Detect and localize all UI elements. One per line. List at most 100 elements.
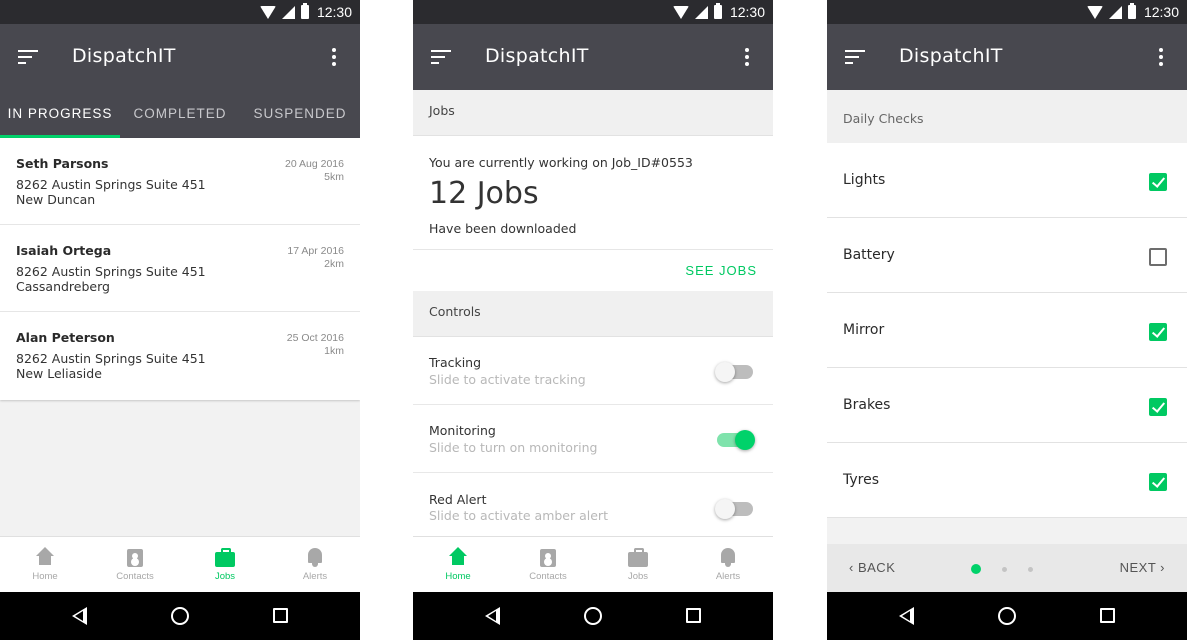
next-label: NEXT xyxy=(1119,560,1157,575)
checkbox-battery[interactable] xyxy=(1149,248,1167,266)
app-title: DispatchIT xyxy=(485,45,589,67)
control-row-monitoring: Monitoring Slide to turn on monitoring xyxy=(413,405,773,473)
check-label: Battery xyxy=(843,247,895,263)
recents-icon[interactable] xyxy=(686,608,701,623)
app-title: DispatchIT xyxy=(899,45,1003,67)
control-title: Red Alert xyxy=(429,492,487,507)
back-icon[interactable] xyxy=(485,607,500,625)
tab-suspended[interactable]: SUSPENDED xyxy=(240,90,360,138)
job-meta: 20 Aug 2016 5km xyxy=(285,158,344,184)
control-title: Monitoring xyxy=(429,423,496,438)
nav-alerts[interactable]: Alerts xyxy=(683,537,773,592)
job-date: 25 Oct 2016 xyxy=(286,332,344,344)
signal-icon xyxy=(1108,5,1122,19)
section-title: Daily Checks xyxy=(843,111,924,126)
nav-alerts[interactable]: Alerts xyxy=(270,537,360,592)
app-bar: DispatchIT xyxy=(413,24,773,90)
red-alert-toggle[interactable] xyxy=(715,499,753,519)
stepper-bar: ‹ BACK NEXT › xyxy=(827,544,1187,592)
screen-job-list: 12:30 DispatchIT IN PROGRESS COMPLETED S… xyxy=(0,0,360,640)
back-icon[interactable] xyxy=(899,607,914,625)
more-vert-icon[interactable] xyxy=(1159,48,1163,66)
job-list: Seth Parsons 8262 Austin Springs Suite 4… xyxy=(0,138,360,400)
home-icon xyxy=(448,547,468,567)
job-list-item[interactable]: Isaiah Ortega 8262 Austin Springs Suite … xyxy=(0,225,360,312)
status-time: 12:30 xyxy=(729,4,765,20)
section-title: Controls xyxy=(429,304,481,319)
checkbox-mirror[interactable] xyxy=(1149,323,1167,341)
status-time: 12:30 xyxy=(1143,4,1179,20)
step-dot xyxy=(1002,566,1007,572)
job-date: 17 Apr 2016 xyxy=(287,245,344,257)
checklist-item[interactable]: Mirror xyxy=(827,293,1187,368)
job-list-item[interactable]: Alan Peterson 8262 Austin Springs Suite … xyxy=(0,312,360,400)
tracking-toggle[interactable] xyxy=(715,362,753,382)
status-bar: 12:30 xyxy=(413,0,773,24)
next-button[interactable]: NEXT › xyxy=(1120,560,1165,575)
recents-icon[interactable] xyxy=(273,608,288,623)
home-circle-icon[interactable] xyxy=(171,607,189,625)
back-icon[interactable] xyxy=(72,607,87,625)
nav-home[interactable]: Home xyxy=(0,537,90,592)
daily-checks-header: Daily Checks xyxy=(827,90,1187,144)
status-time: 12:30 xyxy=(316,4,352,20)
menu-icon[interactable] xyxy=(431,50,451,64)
home-circle-icon[interactable] xyxy=(998,607,1016,625)
section-title: Jobs xyxy=(429,103,455,118)
divider xyxy=(413,249,773,250)
monitoring-toggle[interactable] xyxy=(717,430,755,450)
nav-label: Contacts xyxy=(116,571,154,582)
briefcase-icon xyxy=(215,547,235,567)
screen-home: 12:30 DispatchIT Jobs You are currently … xyxy=(413,0,773,640)
checklist-item[interactable]: Battery xyxy=(827,218,1187,293)
nav-label: Jobs xyxy=(214,571,236,582)
app-bar: DispatchIT xyxy=(827,24,1187,90)
job-city: New Duncan xyxy=(16,192,96,207)
bottom-nav: Home Contacts Jobs Alerts xyxy=(0,536,360,592)
chevron-right-icon: › xyxy=(1160,560,1165,575)
briefcase-icon xyxy=(628,547,648,567)
checkbox-brakes[interactable] xyxy=(1149,398,1167,416)
menu-icon[interactable] xyxy=(18,50,38,64)
nav-label: Home xyxy=(32,571,58,582)
nav-home[interactable]: Home xyxy=(413,537,503,592)
bell-icon xyxy=(718,547,738,567)
tab-in-progress[interactable]: IN PROGRESS xyxy=(0,90,120,138)
jobs-section-header: Jobs xyxy=(413,90,773,136)
more-vert-icon[interactable] xyxy=(745,48,749,66)
menu-icon[interactable] xyxy=(845,50,865,64)
checklist-item[interactable]: Tyres xyxy=(827,443,1187,518)
control-subtitle: Slide to turn on monitoring xyxy=(429,440,598,455)
step-dot xyxy=(1028,566,1033,572)
check-label: Tyres xyxy=(843,472,880,488)
job-meta: 25 Oct 2016 1km xyxy=(287,332,344,358)
see-jobs-button[interactable]: SEE JOBS xyxy=(685,263,757,278)
nav-label: Alerts xyxy=(302,571,328,582)
checkbox-tyres[interactable] xyxy=(1149,473,1167,491)
jobs-note: Have been downloaded xyxy=(429,221,577,236)
status-bar: 12:30 xyxy=(0,0,360,24)
back-button[interactable]: ‹ BACK xyxy=(849,560,895,575)
current-job-text: You are currently working on Job_ID#0553 xyxy=(429,155,693,170)
job-list-item[interactable]: Seth Parsons 8262 Austin Springs Suite 4… xyxy=(0,138,360,225)
recents-icon[interactable] xyxy=(1100,608,1115,623)
home-circle-icon[interactable] xyxy=(584,607,602,625)
nav-jobs[interactable]: Jobs xyxy=(593,537,683,592)
job-city: Cassandreberg xyxy=(16,279,110,294)
screen-daily-checks: 12:30 DispatchIT Daily Checks Lights Bat… xyxy=(827,0,1187,640)
contacts-icon xyxy=(125,547,145,567)
checklist-item[interactable]: Brakes xyxy=(827,368,1187,443)
tab-completed[interactable]: COMPLETED xyxy=(120,90,240,138)
nav-jobs[interactable]: Jobs xyxy=(180,537,270,592)
bell-icon xyxy=(305,547,325,567)
nav-contacts[interactable]: Contacts xyxy=(90,537,180,592)
nav-contacts[interactable]: Contacts xyxy=(503,537,593,592)
control-subtitle: Slide to activate tracking xyxy=(429,372,586,387)
check-label: Mirror xyxy=(843,322,885,338)
signal-icon xyxy=(281,5,295,19)
tab-bar: IN PROGRESS COMPLETED SUSPENDED xyxy=(0,90,360,138)
more-vert-icon[interactable] xyxy=(332,48,336,66)
checklist-item[interactable]: Lights xyxy=(827,143,1187,218)
contacts-icon xyxy=(538,547,558,567)
checkbox-lights[interactable] xyxy=(1149,173,1167,191)
